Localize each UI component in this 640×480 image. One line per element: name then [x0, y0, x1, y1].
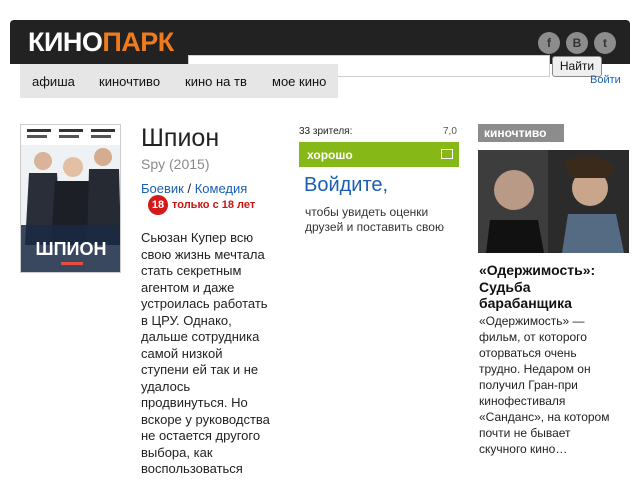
age-rating-text: только с 18 лет [172, 199, 256, 211]
vk-icon[interactable]: B [566, 32, 588, 54]
twitter-icon[interactable]: t [594, 32, 616, 54]
logo-part-park: ПАРК [102, 27, 174, 57]
login-link[interactable]: Войти [590, 74, 621, 86]
movie-original-title: Spy (2015) [141, 156, 210, 172]
main-nav: афиша киночтиво кино на тв мое кино [20, 64, 338, 98]
signin-note: чтобы увидеть оценки друзей и поставить … [305, 205, 444, 234]
nav-item-moe-kino[interactable]: мое кино [272, 74, 326, 89]
genre-link-comedy[interactable]: Комедия [195, 181, 248, 196]
movie-title: Шпион [141, 124, 220, 152]
rating-value: 7,0 [443, 126, 457, 137]
section-label[interactable]: киночтиво [478, 124, 564, 142]
genre-separator: / [187, 181, 192, 196]
svg-text:ШПИОН: ШПИОН [36, 239, 107, 259]
comment-icon [441, 149, 453, 159]
site-logo[interactable]: КИНОПАРК [28, 27, 174, 57]
viewers-count: 33 зрителя: [299, 126, 353, 137]
article-image[interactable] [478, 150, 629, 253]
nav-item-kinochtivo[interactable]: киночтиво [99, 74, 160, 89]
rating-bar[interactable]: хорошо [299, 142, 459, 167]
movie-poster[interactable]: ШПИОН [20, 124, 121, 273]
nav-item-afisha[interactable]: афиша [32, 74, 75, 89]
genre-list: Боевик / Комедия [141, 181, 247, 196]
age-rating-badge: 18 [148, 195, 168, 215]
article-text: «Одержимость» — фильм, от которого оторв… [479, 314, 610, 456]
genre-link-action[interactable]: Боевик [141, 181, 184, 196]
movie-description: Сьюзан Купер всю свою жизнь мечтала стат… [141, 230, 270, 476]
logo-part-kino: КИНО [28, 27, 103, 57]
signin-link[interactable]: Войдите, [304, 174, 388, 197]
article-title[interactable]: «Одержимость»: Судьба барабанщика [479, 262, 619, 312]
facebook-icon[interactable]: f [538, 32, 560, 54]
nav-item-kino-na-tv[interactable]: кино на тв [185, 74, 247, 89]
rating-label: хорошо [307, 148, 353, 162]
